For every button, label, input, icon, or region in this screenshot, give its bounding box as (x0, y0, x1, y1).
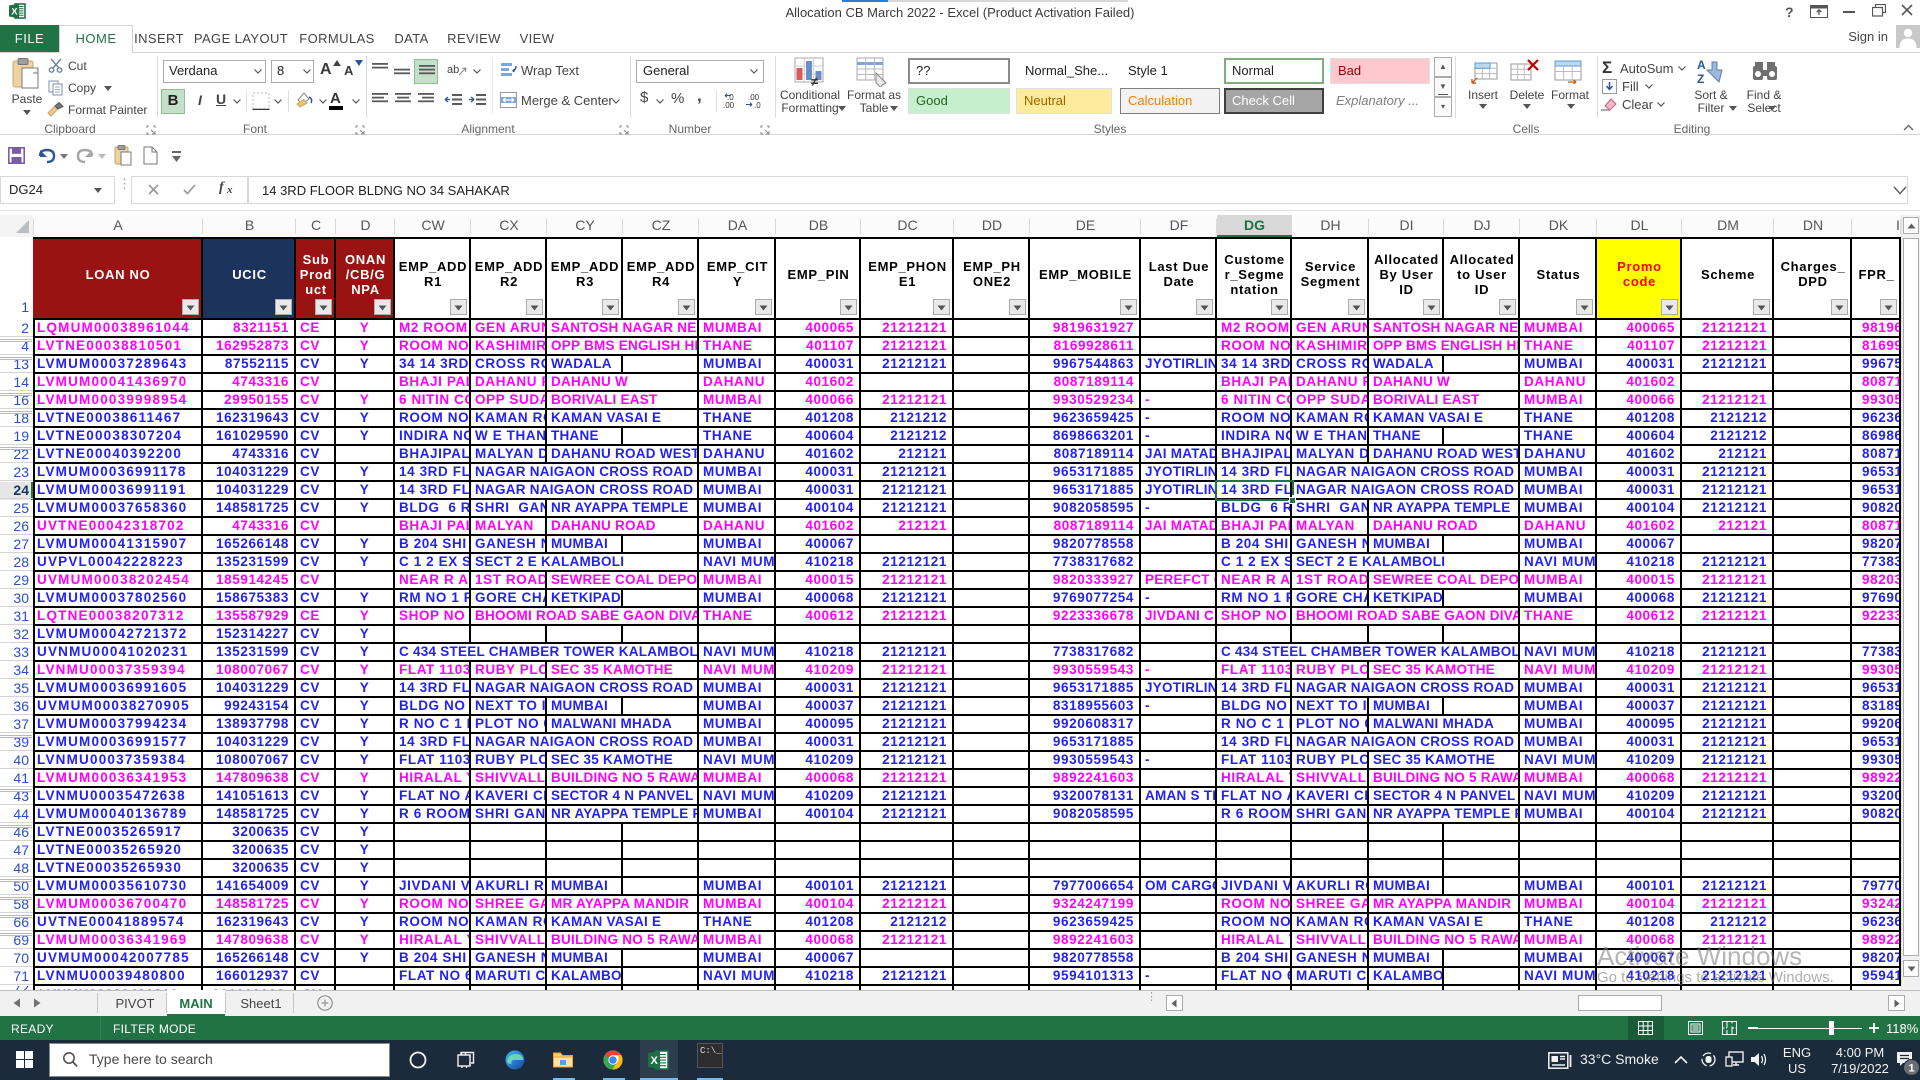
svg-text:X: X (11, 6, 18, 17)
svg-text:≠: ≠ (811, 74, 818, 87)
svg-text:.0: .0 (754, 101, 761, 109)
svg-text:ab: ab (447, 64, 459, 76)
svg-text:.00: .00 (723, 101, 735, 109)
svg-text:1: 1 (1909, 1063, 1915, 1075)
svg-text:X: X (651, 1055, 659, 1067)
svg-text:A: A (1697, 58, 1706, 72)
svg-text:Z: Z (1697, 72, 1704, 86)
